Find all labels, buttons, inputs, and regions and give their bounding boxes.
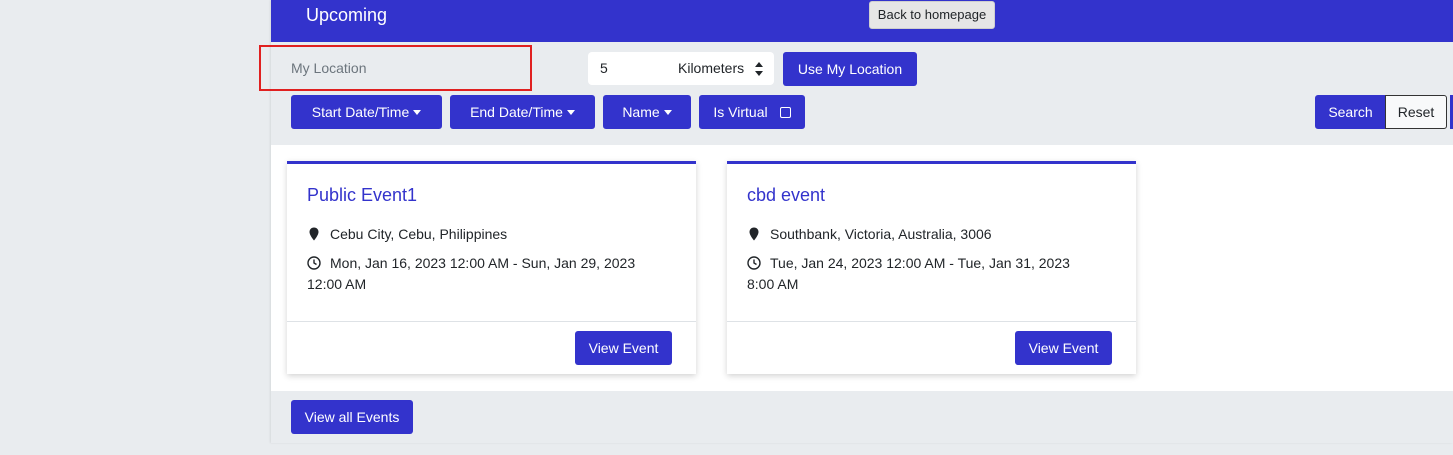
is-virtual-label: Is Virtual [713, 104, 768, 120]
footer-bar: View all Events [271, 391, 1453, 443]
caret-down-icon [413, 110, 422, 115]
use-my-location-button[interactable]: Use My Location [783, 52, 917, 86]
page-title: Upcoming [306, 5, 388, 25]
checkbox-icon[interactable] [779, 107, 791, 118]
view-all-events-button[interactable]: View all Events [291, 400, 413, 434]
location-input[interactable] [291, 52, 521, 84]
caret-down-icon [566, 110, 575, 115]
event-card: cbd event Southbank, Victoria, Australia… [727, 161, 1136, 374]
end-datetime-label: End Date/Time [470, 104, 563, 120]
event-location-text: Southbank, Victoria, Australia, 3006 [770, 226, 992, 242]
event-location-text: Cebu City, Cebu, Philippines [330, 226, 508, 242]
sort-arrows-icon [755, 62, 763, 76]
card-footer: View Event [727, 321, 1136, 374]
distance-value[interactable]: 5 [600, 52, 608, 85]
end-datetime-dropdown[interactable]: End Date/Time [450, 95, 595, 129]
search-button[interactable]: Search [1315, 95, 1386, 129]
distance-unit[interactable]: Kilometers [678, 52, 744, 85]
events-list: Public Event1 Cebu City, Cebu, Philippin… [271, 145, 1453, 391]
event-location: Southbank, Victoria, Australia, 3006 [747, 224, 1117, 245]
filter-bar: 5 Kilometers Use My Location Start Date/… [259, 42, 1453, 145]
card-footer: View Event [287, 321, 696, 374]
event-title[interactable]: cbd event [747, 185, 825, 206]
event-card: Public Event1 Cebu City, Cebu, Philippin… [287, 161, 696, 374]
event-datetime-line1: Tue, Jan 24, 2023 12:00 AM - Tue, Jan 31… [770, 255, 1070, 271]
view-event-button[interactable]: View Event [1015, 331, 1112, 365]
is-virtual-toggle[interactable]: Is Virtual [699, 95, 805, 129]
header-bar: Upcoming Back to homepage [271, 0, 1453, 42]
start-datetime-dropdown[interactable]: Start Date/Time [291, 95, 442, 129]
clock-icon [307, 256, 321, 270]
start-datetime-label: Start Date/Time [311, 104, 410, 120]
view-event-button[interactable]: View Event [575, 331, 672, 365]
caret-down-icon [663, 110, 672, 115]
event-datetime-line2: 8:00 AM [747, 276, 799, 292]
name-dropdown[interactable]: Name [603, 95, 691, 129]
clock-icon [747, 256, 761, 270]
distance-select[interactable]: 5 Kilometers [588, 52, 774, 85]
event-datetime-line2: 12:00 AM [307, 276, 367, 292]
back-to-homepage-button[interactable]: Back to homepage [869, 1, 995, 29]
map-pin-icon [749, 227, 759, 241]
map-pin-icon [309, 227, 319, 241]
event-datetime: Tue, Jan 24, 2023 12:00 AM - Tue, Jan 31… [747, 253, 1117, 295]
event-datetime-line1: Mon, Jan 16, 2023 12:00 AM - Sun, Jan 29… [330, 255, 636, 271]
reset-button[interactable]: Reset [1385, 95, 1447, 129]
event-datetime: Mon, Jan 16, 2023 12:00 AM - Sun, Jan 29… [307, 253, 677, 295]
event-location: Cebu City, Cebu, Philippines [307, 224, 677, 245]
events-panel: Upcoming Back to homepage 5 Kilometers U… [259, 0, 1453, 443]
name-label: Name [622, 104, 660, 120]
event-title[interactable]: Public Event1 [307, 185, 417, 206]
